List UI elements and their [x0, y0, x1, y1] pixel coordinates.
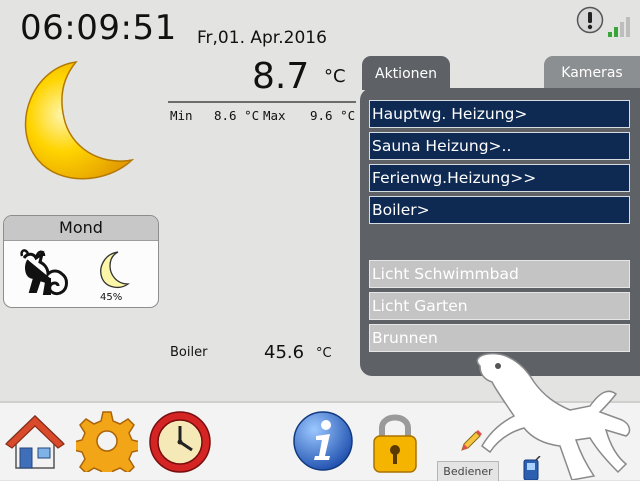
min-value: 8.6 °C	[214, 108, 260, 123]
boiler-label: Boiler	[170, 345, 208, 360]
phone-icon[interactable]	[518, 456, 544, 480]
boiler-unit: °C	[316, 346, 332, 361]
action-boiler[interactable]: Boiler>	[369, 196, 630, 224]
action-pool-light[interactable]: Licht Schwimmbad	[369, 260, 630, 288]
moon-illumination: 45%	[100, 292, 123, 303]
operator-tab[interactable]: Bediener	[437, 461, 499, 481]
moon-panel: Mond 45%	[3, 215, 159, 308]
min-label: Min	[170, 108, 193, 123]
clock-time: 06:09:51	[20, 8, 177, 48]
tab-aktionen[interactable]: Aktionen	[362, 56, 450, 90]
action-garden-light[interactable]: Licht Garten	[369, 292, 630, 320]
tab-kameras[interactable]: Kameras	[544, 56, 640, 88]
moon-panel-title: Mond	[4, 216, 158, 241]
warning-icon[interactable]	[576, 6, 604, 34]
divider	[168, 101, 356, 103]
temperature-unit: °C	[324, 66, 346, 87]
action-sauna-heating[interactable]: Sauna Heizung>..	[369, 132, 630, 160]
max-value: 9.6 °C	[310, 108, 356, 123]
temperature-value: 8.7	[252, 56, 310, 97]
home-icon[interactable]	[4, 412, 66, 472]
signal-strength-icon	[608, 17, 630, 37]
settings-gear-icon[interactable]	[76, 410, 138, 472]
clock-icon[interactable]	[148, 410, 212, 474]
lock-icon[interactable]	[370, 410, 420, 474]
current-date: Fr,01. Apr.2016	[197, 28, 327, 48]
moon-weather-icon	[24, 60, 134, 180]
info-icon[interactable]	[292, 410, 354, 472]
pencil-icon[interactable]	[458, 428, 484, 454]
max-label: Max	[263, 108, 286, 123]
action-heating-main[interactable]: Hauptwg. Heizung>	[369, 100, 630, 128]
action-holiday-heating[interactable]: Ferienwg.Heizung>>	[369, 164, 630, 192]
moon-phase-icon	[100, 251, 130, 289]
capricorn-icon	[20, 249, 68, 296]
boiler-temperature: 45.6	[264, 342, 305, 363]
